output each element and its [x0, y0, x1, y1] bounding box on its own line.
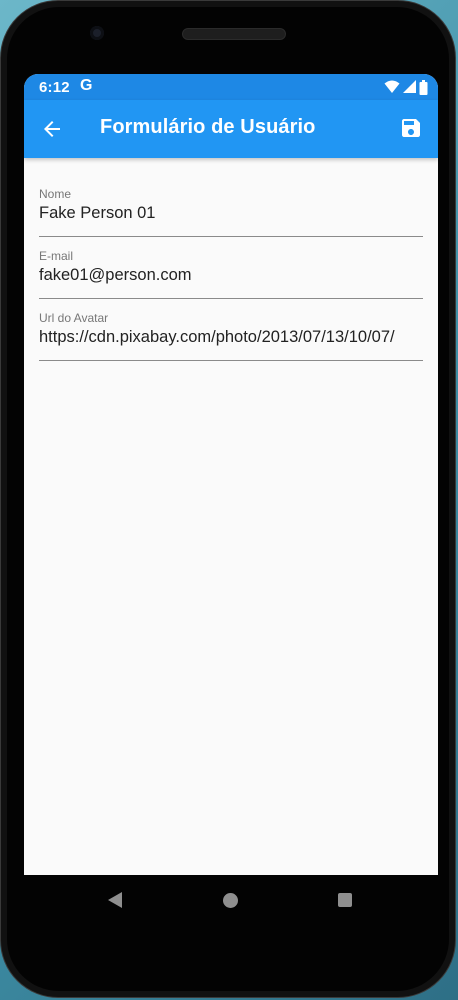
avatar-url-field-value[interactable]: https://cdn.pixabay.com/photo/2013/07/13… — [39, 328, 423, 347]
page-title: Formulário de Usuário — [100, 116, 316, 138]
avatar-url-field-label: Url do Avatar — [39, 311, 109, 325]
save-icon[interactable] — [399, 116, 423, 140]
email-field-label: E-mail — [39, 249, 74, 263]
wifi-icon — [384, 80, 400, 93]
google-notification-icon: G — [80, 77, 93, 94]
app-screen: 6:12 G Formulário de Usuário Nome Fake P… — [24, 74, 438, 875]
nav-back-icon[interactable] — [108, 892, 122, 908]
avatar-url-field-underline — [39, 360, 423, 361]
app-bar: Formulário de Usuário — [24, 100, 438, 158]
nav-home-icon[interactable] — [223, 893, 238, 908]
email-field[interactable]: E-mail fake01@person.com — [39, 220, 423, 299]
nav-recents-icon[interactable] — [338, 893, 352, 907]
system-nav-bar — [24, 875, 438, 927]
earpiece-speaker — [182, 28, 286, 40]
status-time: 6:12 — [39, 79, 70, 96]
battery-icon — [419, 79, 428, 95]
status-bar: 6:12 G — [24, 74, 438, 100]
status-icons — [384, 79, 428, 95]
name-field-label: Nome — [39, 187, 72, 201]
avatar-url-field[interactable]: Url do Avatar https://cdn.pixabay.com/ph… — [39, 282, 423, 361]
phone-frame: 6:12 G Formulário de Usuário Nome Fake P… — [0, 0, 456, 998]
user-form: Nome Fake Person 01 E-mail fake01@person… — [39, 158, 423, 361]
signal-icon — [403, 80, 416, 93]
name-field[interactable]: Nome Fake Person 01 — [39, 158, 423, 237]
arrow-back-icon[interactable] — [40, 117, 64, 141]
front-camera-icon — [90, 26, 104, 40]
